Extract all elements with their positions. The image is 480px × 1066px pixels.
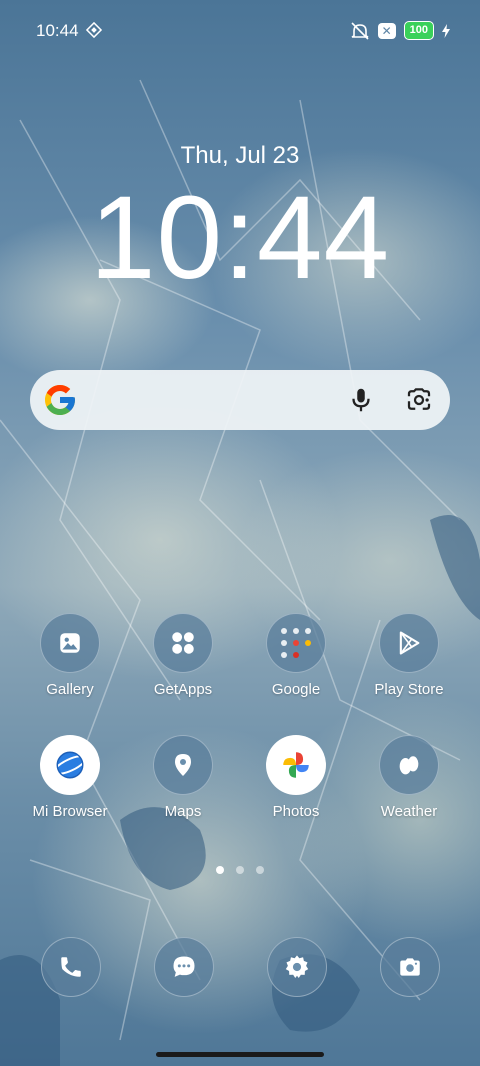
weather-icon: [379, 735, 439, 795]
clock-time[interactable]: 10:44: [0, 170, 480, 306]
no-sim-icon: ✕: [377, 22, 396, 39]
status-time: 10:44: [36, 21, 79, 40]
app-play-store[interactable]: Play Store: [354, 613, 464, 698]
app-label: GetApps: [153, 681, 213, 698]
google-folder-icon: [266, 613, 326, 673]
charging-icon: [442, 23, 450, 38]
app-weather[interactable]: Weather: [354, 735, 464, 820]
app-maps[interactable]: Maps: [128, 735, 238, 820]
gallery-icon: [40, 613, 100, 673]
silent-mode-icon: [351, 21, 369, 40]
voice-search-mic-icon[interactable]: [346, 385, 376, 415]
page-dot: [236, 866, 244, 874]
camera-icon: [400, 958, 420, 976]
app-label: Google: [271, 681, 321, 698]
app-google-folder[interactable]: Google: [241, 613, 351, 698]
notification-icon: [86, 22, 102, 38]
photos-icon: [266, 735, 326, 795]
app-photos[interactable]: Photos: [241, 735, 351, 820]
app-label: Mi Browser: [32, 803, 108, 820]
getapps-icon: [153, 613, 213, 673]
date-label[interactable]: Thu, Jul 23: [0, 142, 480, 170]
maps-icon: [153, 735, 213, 795]
phone-icon: [61, 957, 81, 977]
app-mi-browser[interactable]: Mi Browser: [15, 735, 125, 820]
app-label: Play Store: [374, 681, 444, 698]
dock-phone[interactable]: [41, 937, 101, 997]
app-gallery[interactable]: Gallery: [15, 613, 125, 698]
dock-settings[interactable]: [267, 937, 327, 997]
google-logo-icon: [45, 385, 75, 415]
messages-icon: [173, 956, 195, 977]
status-bar: 10:44 ✕ 100: [0, 0, 480, 62]
app-label: Maps: [164, 803, 202, 820]
app-label: Gallery: [46, 681, 94, 698]
page-dot: [256, 866, 264, 874]
battery-indicator: 100: [403, 21, 434, 40]
app-label: Weather: [380, 803, 438, 820]
play-store-icon: [379, 613, 439, 673]
settings-icon: [285, 955, 309, 978]
gesture-navigation-bar[interactable]: [156, 1052, 324, 1057]
app-label: Photos: [272, 803, 320, 820]
dock-messages[interactable]: [154, 937, 214, 997]
app-getapps[interactable]: GetApps: [128, 613, 238, 698]
dock-camera[interactable]: [380, 937, 440, 997]
page-dot-active: [216, 866, 224, 874]
browser-icon: [40, 735, 100, 795]
google-lens-icon[interactable]: [404, 385, 434, 415]
google-search-bar[interactable]: [30, 370, 450, 430]
page-indicator: [0, 866, 480, 874]
